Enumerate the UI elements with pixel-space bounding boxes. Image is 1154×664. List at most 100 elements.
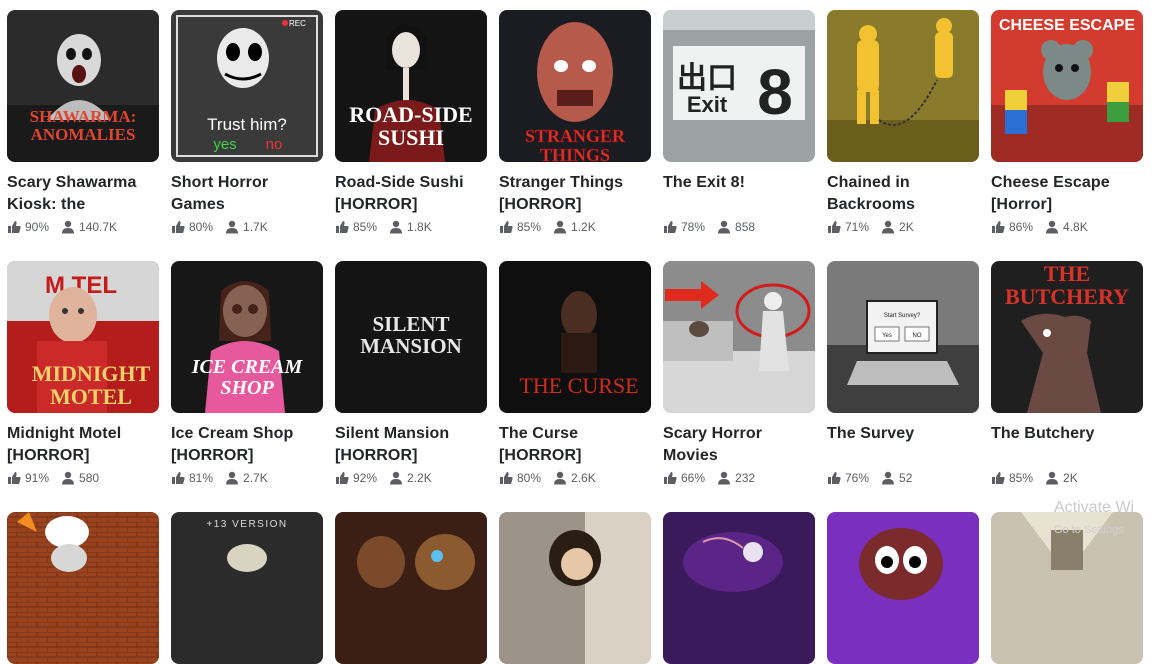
game-title[interactable]: Scary Shawarma Kiosk: the: [7, 172, 159, 216]
game-thumbnail[interactable]: [663, 512, 815, 664]
game-title[interactable]: Cheese Escape [Horror]: [991, 172, 1143, 216]
game-thumbnail[interactable]: SHAWARMA: ANOMALIES: [7, 10, 159, 162]
game-card[interactable]: [335, 512, 487, 664]
game-thumbnail[interactable]: [827, 512, 979, 664]
game-stats: 76% 52: [827, 470, 979, 486]
svg-text:no: no: [266, 136, 283, 153]
game-thumbnail[interactable]: [335, 512, 487, 664]
game-thumbnail[interactable]: [7, 512, 159, 664]
game-card[interactable]: SHAWARMA: ANOMALIES Scary Shawarma Kiosk: …: [7, 10, 159, 235]
players-count: 2K: [1063, 471, 1078, 485]
game-title[interactable]: The Exit 8!: [663, 172, 815, 216]
game-thumbnail[interactable]: ROAD-SIDE SUSHI: [335, 10, 487, 162]
svg-text:THE CURSE: THE CURSE: [519, 373, 638, 398]
svg-text:8: 8: [757, 56, 793, 128]
rating-value: 78%: [681, 220, 706, 234]
game-card[interactable]: M TEL MIDNIGHT MOTEL Midnight Motel [HORRO…: [7, 261, 159, 486]
game-title[interactable]: Chained in Backrooms: [827, 172, 979, 216]
game-card[interactable]: CHEESE ESCAPE Cheese Escape [Horror] 86% 4…: [991, 10, 1143, 235]
game-card[interactable]: [663, 512, 815, 664]
game-card[interactable]: [7, 512, 159, 664]
players-count: 2.2K: [407, 471, 432, 485]
game-stats: 66% 232: [663, 470, 815, 486]
game-title[interactable]: Midnight Motel [HORROR]: [7, 423, 159, 467]
game-title[interactable]: The Curse [HORROR]: [499, 423, 651, 467]
svg-text:SHAWARMA:: SHAWARMA:: [30, 107, 137, 126]
game-title[interactable]: Silent Mansion [HORROR]: [335, 423, 487, 467]
game-thumbnail[interactable]: SILENT MANSION: [335, 261, 487, 413]
players-icon: [225, 220, 239, 234]
game-thumbnail[interactable]: [663, 261, 815, 413]
game-card[interactable]: ROAD-SIDE SUSHI Road-Side Sushi [HORROR] 85…: [335, 10, 487, 235]
rating-value: 92%: [353, 471, 378, 485]
players-icon: [61, 471, 75, 485]
game-card[interactable]: THE BUTCHERY The Butchery 85% 2K: [991, 261, 1143, 486]
game-title[interactable]: Stranger Things [HORROR]: [499, 172, 651, 216]
thumbs-up-icon: [991, 220, 1005, 234]
svg-text:SILENT: SILENT: [372, 312, 449, 336]
activate-windows-watermark: Activate Wi: [1054, 499, 1135, 516]
game-thumbnail[interactable]: REC Trust him? yes no: [171, 10, 323, 162]
rating-value: 85%: [353, 220, 378, 234]
players-icon: [389, 471, 403, 485]
game-stats: 80% 1.7K: [171, 219, 323, 235]
game-thumbnail[interactable]: 出口 Exit 8: [663, 10, 815, 162]
thumbs-up-icon: [7, 471, 21, 485]
game-stats: 78% 858: [663, 219, 815, 235]
players-icon: [389, 220, 403, 234]
game-card[interactable]: 出口 Exit 8 The Exit 8! 78% 858: [663, 10, 815, 235]
game-card[interactable]: Start Survey? Yes NO The Survey 76% 52: [827, 261, 979, 486]
thumbs-up-icon: [663, 220, 677, 234]
players-icon: [717, 471, 731, 485]
players-icon: [1045, 471, 1059, 485]
game-title[interactable]: Ice Cream Shop [HORROR]: [171, 423, 323, 467]
game-card[interactable]: [827, 512, 979, 664]
game-card[interactable]: THE CURSE The Curse [HORROR] 80% 2.6K: [499, 261, 651, 486]
svg-text:SUSHI: SUSHI: [378, 125, 444, 150]
game-thumbnail[interactable]: M TEL MIDNIGHT MOTEL: [7, 261, 159, 413]
game-thumbnail[interactable]: ICE CREAM SHOP: [171, 261, 323, 413]
game-thumbnail[interactable]: Start Survey? Yes NO: [827, 261, 979, 413]
game-card[interactable]: REC Trust him? yes no Short Horror Games 8…: [171, 10, 323, 235]
game-card[interactable]: +13 VERSION: [171, 512, 323, 664]
game-thumbnail[interactable]: [827, 10, 979, 162]
game-title[interactable]: Scary Horror Movies: [663, 423, 815, 467]
game-thumbnail[interactable]: THE BUTCHERY: [991, 261, 1143, 413]
game-thumbnail[interactable]: CHEESE ESCAPE: [991, 10, 1143, 162]
game-card[interactable]: Chained in Backrooms 71% 2K: [827, 10, 979, 235]
players-count: 858: [735, 220, 756, 234]
game-thumbnail[interactable]: STRANGER THINGS: [499, 10, 651, 162]
game-stats: 85% 2K: [991, 470, 1143, 486]
game-thumbnail[interactable]: +13 VERSION: [171, 512, 323, 664]
players-count: 4.8K: [1063, 220, 1088, 234]
game-row-2: M TEL MIDNIGHT MOTEL Midnight Motel [HORRO…: [7, 261, 1143, 486]
svg-text:ROAD-SIDE: ROAD-SIDE: [349, 102, 472, 127]
game-title[interactable]: The Survey: [827, 423, 979, 467]
game-row-3: +13 VERSION: [7, 512, 1143, 664]
svg-text:出口: 出口: [677, 61, 737, 96]
rating-value: 76%: [845, 471, 870, 485]
players-count: 232: [735, 471, 756, 485]
thumbs-up-icon: [171, 220, 185, 234]
game-thumbnail[interactable]: THE CURSE: [499, 261, 651, 413]
svg-text:Exit: Exit: [687, 92, 728, 117]
svg-text:Yes: Yes: [882, 333, 892, 339]
game-title[interactable]: The Butchery: [991, 423, 1143, 467]
game-card[interactable]: SILENT MANSION Silent Mansion [HORROR] 92% 2…: [335, 261, 487, 486]
thumbs-up-icon: [499, 220, 513, 234]
svg-text:Start Survey?: Start Survey?: [884, 313, 921, 319]
game-title[interactable]: Short Horror Games: [171, 172, 323, 216]
svg-text:ICE CREAM: ICE CREAM: [191, 356, 304, 378]
game-card[interactable]: ICE CREAM SHOP Ice Cream Shop [HORROR] 81% 2…: [171, 261, 323, 486]
svg-text:Trust him?: Trust him?: [207, 115, 287, 134]
game-thumbnail[interactable]: [499, 512, 651, 664]
rating-value: 71%: [845, 220, 870, 234]
players-count: 2.7K: [243, 471, 268, 485]
game-card[interactable]: STRANGER THINGS Stranger Things [HORROR] 85…: [499, 10, 651, 235]
rating-value: 81%: [189, 471, 214, 485]
game-stats: 81% 2.7K: [171, 470, 323, 486]
game-card[interactable]: [499, 512, 651, 664]
game-title[interactable]: Road-Side Sushi [HORROR]: [335, 172, 487, 216]
game-card[interactable]: Scary Horror Movies 66% 232: [663, 261, 815, 486]
players-count: 580: [79, 471, 100, 485]
